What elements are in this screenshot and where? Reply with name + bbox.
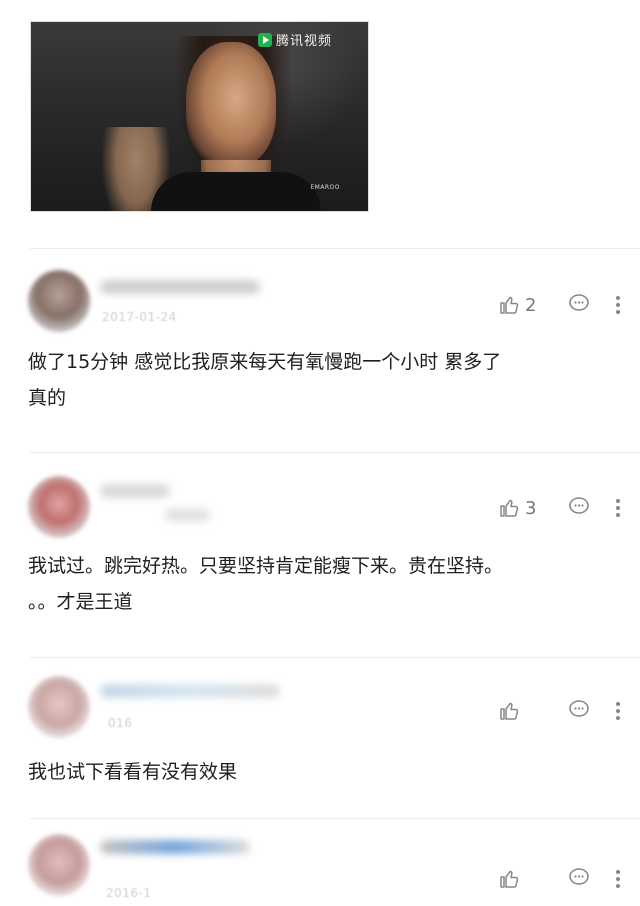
divider (30, 657, 640, 658)
comment-date: 2017-01-24 (102, 310, 177, 324)
username-blurred[interactable] (100, 484, 170, 498)
thumbs-up-icon (500, 702, 519, 720)
comment-bubble-icon (569, 700, 589, 717)
tencent-video-logo-icon (257, 32, 272, 47)
comment-actions: 2 (497, 290, 620, 320)
comment-date: 2016-1 (106, 886, 152, 900)
username-blurred[interactable] (100, 280, 260, 294)
divider (30, 818, 640, 819)
like-count: 3 (525, 497, 537, 519)
thumbs-up-icon (500, 296, 519, 314)
comment-bubble-icon (569, 294, 589, 311)
comment-text: 我试过。跳完好热。只要坚持肯定能瘦下来。贵在坚持。 。。才是王道 (28, 555, 504, 613)
like-count: 2 (525, 294, 537, 316)
avatar[interactable] (28, 676, 90, 738)
more-options-button[interactable] (616, 867, 620, 891)
reply-button[interactable] (567, 291, 591, 319)
dancer-face (186, 42, 276, 167)
avatar[interactable] (28, 476, 90, 538)
divider (30, 248, 640, 249)
username-blurred[interactable] (100, 840, 250, 854)
reply-button[interactable] (567, 697, 591, 725)
like-button[interactable] (497, 867, 567, 891)
video-thumbnail[interactable]: 腾讯视频 EMAROO (30, 21, 369, 212)
comment-bubble-icon (569, 868, 589, 885)
thumbs-up-icon (500, 870, 519, 888)
comment-date: 016 (108, 716, 133, 730)
comment-actions (497, 864, 620, 894)
video-watermark: 腾讯视频 (257, 30, 332, 49)
avatar[interactable] (28, 270, 90, 332)
comment-actions: 3 (497, 493, 620, 523)
brand-mark: EMAROO (310, 184, 340, 191)
like-button[interactable]: 2 (497, 293, 567, 317)
username-blurred[interactable] (100, 684, 280, 698)
avatar[interactable] (28, 834, 90, 896)
reply-button[interactable] (567, 494, 591, 522)
thumbs-up-icon (500, 499, 519, 517)
comment-bubble-icon (569, 497, 589, 514)
like-button[interactable] (497, 699, 567, 723)
reply-button[interactable] (567, 865, 591, 893)
like-button[interactable]: 3 (497, 496, 567, 520)
more-options-button[interactable] (616, 699, 620, 723)
more-options-button[interactable] (616, 496, 620, 520)
comment-text: 做了15分钟 感觉比我原来每天有氧慢跑一个小时 累多了 真的 (28, 351, 502, 409)
comment-text: 我也试下看看有没有效果 (28, 761, 238, 783)
watermark-text: 腾讯视频 (275, 34, 332, 49)
username-blurred (165, 508, 210, 522)
more-options-button[interactable] (616, 293, 620, 317)
comment-actions (497, 696, 620, 726)
dancer-top (151, 172, 321, 211)
divider (30, 452, 640, 453)
